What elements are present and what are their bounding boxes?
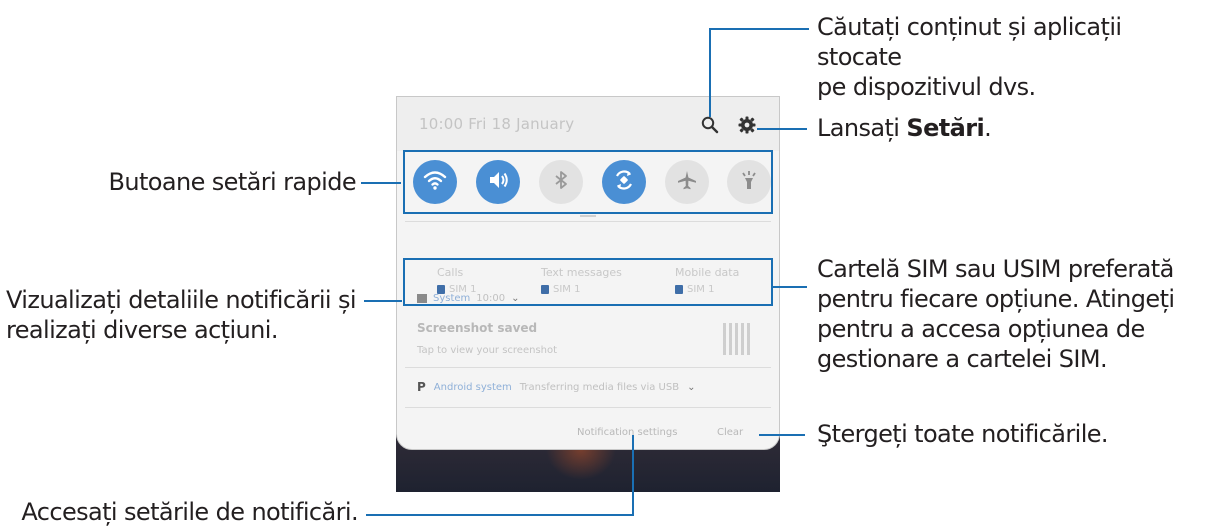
callout-sim-line3: pentru a accesa opțiunea de [817,315,1145,343]
callout-sim-line4: gestionare a cartelei SIM. [817,345,1108,373]
sim-text-label: Text messages [541,266,622,279]
divider [405,367,771,368]
callout-settings-bold: Setări [906,114,985,142]
sound-toggle[interactable] [476,160,520,204]
callout-search: Căutați conținut și aplicații stocate pe… [817,12,1208,102]
sim-chip-icon [541,285,549,294]
date-time: 10:00 Fri 18 January [419,115,575,133]
airplane-icon [675,168,699,196]
screenshot-thumbnail[interactable] [723,323,753,355]
sim-calls-label: Calls [437,266,464,279]
sim-chip-icon [675,285,683,294]
gear-icon[interactable] [737,115,757,135]
sim-text-value: SIM 1 [553,284,581,295]
callout-clear: Ştergeți toate notificările. [817,420,1109,448]
leader-line-settings [757,128,807,130]
gallery-icon [417,294,427,303]
leader-line-clear [759,434,805,436]
divider [405,407,771,408]
callout-search-line1: Căutați conținut și aplicații stocate [817,13,1122,71]
callout-notif-details: Vizualizați detaliile notificării și rea… [5,285,357,345]
leader-line-sim [771,286,807,288]
callout-settings: Lansați Setări. [817,113,992,143]
notification2-text: Transferring media files via USB [519,381,680,393]
sim-calls[interactable]: Calls SIM 1 [437,266,547,295]
wifi-icon [422,167,448,197]
leader-line-search-h [709,28,809,30]
sim-data-label: Mobile data [675,266,740,279]
rotate-icon [611,167,637,197]
leader-line-quick-settings [361,182,401,184]
sim-data-value: SIM 1 [687,284,715,295]
usb-p-icon: P [417,380,426,394]
notification-time: 10:00 [476,293,506,304]
callout-notif-details-line1: Vizualizați detaliile notificării și [5,286,357,314]
airplane-mode-toggle[interactable] [665,160,709,204]
panel-drag-handle[interactable] [580,215,596,217]
speaker-icon [485,167,511,197]
callout-sim-line1: Cartelă SIM sau USIM preferată [817,255,1174,283]
notification2-app: Android system [433,381,512,393]
notification-body[interactable]: Tap to view your screenshot [417,345,557,356]
notification-android-system[interactable]: P Android system Transferring media file… [417,380,695,394]
flashlight-toggle[interactable] [727,160,771,204]
bluetooth-icon [549,168,573,196]
notification-settings-button[interactable]: Notification settings [577,427,677,438]
notification-header[interactable]: System 10:00 ⌄ [417,293,520,304]
auto-rotate-toggle[interactable] [602,160,646,204]
notification-app-name: System [433,293,471,304]
notification-panel: 10:00 Fri 18 January Calls SIM 1 Text me… [396,96,780,450]
bluetooth-toggle[interactable] [539,160,583,204]
callout-sim-line2: pentru fiecare opțiune. Atingeți [817,285,1175,313]
sim-mobile-data[interactable]: Mobile data SIM 1 [675,266,785,295]
callout-sim: Cartelă SIM sau USIM preferată pentru fi… [817,254,1175,374]
divider [405,221,771,222]
leader-line-notif-details [364,300,402,302]
clear-button[interactable]: Clear [717,427,743,438]
sim-text-messages[interactable]: Text messages SIM 1 [541,266,651,295]
leader-line-search [709,28,711,117]
quick-settings-bar [403,150,773,214]
callout-settings-suffix: . [984,114,992,142]
callout-settings-prefix: Lansați [817,114,907,142]
notification-title[interactable]: Screenshot saved [417,321,537,335]
callout-search-line2: pe dispozitivul dvs. [817,73,1036,101]
chevron-down-icon[interactable]: ⌄ [511,293,519,304]
leader-line-notif-settings-h [366,514,634,516]
callout-notif-details-line2: realizați diverse acțiuni. [5,316,279,344]
chevron-down-icon[interactable]: ⌄ [687,382,695,393]
leader-line-notif-settings [632,435,634,515]
flashlight-icon [737,168,761,196]
panel-header: 10:00 Fri 18 January [397,97,779,151]
wifi-toggle[interactable] [413,160,457,204]
search-icon[interactable] [700,115,720,135]
callout-notif-settings: Accesați setările de notificări. [21,498,358,526]
callout-quick-settings: Butoane setări rapide [108,168,356,196]
